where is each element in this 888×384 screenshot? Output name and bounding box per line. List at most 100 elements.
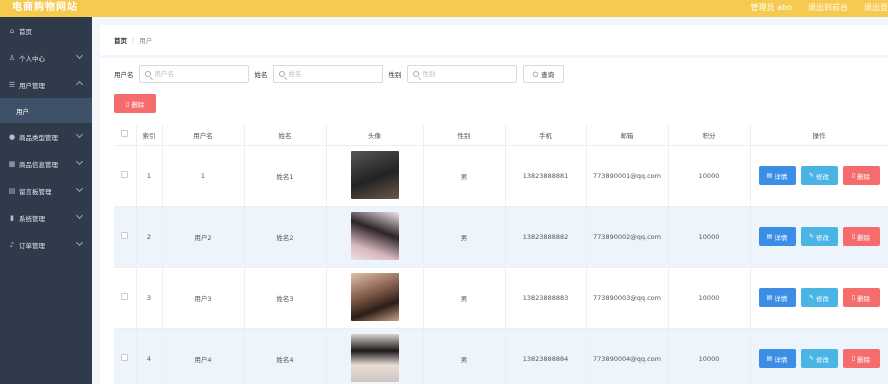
delete-label: 删除 (857, 294, 871, 303)
avatar (350, 150, 399, 199)
sidebar-subitem-user[interactable]: 用户 (0, 98, 92, 123)
edit-label: 修改 (816, 355, 830, 364)
edit-label: 修改 (816, 172, 830, 181)
edit-button[interactable]: ✎ 修改 (800, 349, 838, 368)
pencil-icon: ✎ (808, 294, 815, 301)
sidebar-item-users[interactable]: ☰ 用户管理 (0, 71, 92, 98)
brand-title: 电商购物网站 (12, 2, 78, 13)
edit-button[interactable]: ✎ 修改 (800, 227, 838, 246)
query-button[interactable]: ○ 查询 (522, 65, 565, 83)
sidebar-item-label: 首页 (19, 27, 32, 36)
points-cell: 10000 (668, 267, 751, 329)
query-button-label: 查询 (541, 71, 555, 79)
delete-label: 删除 (857, 233, 871, 242)
row-checkbox[interactable] (121, 354, 129, 361)
row-checkbox[interactable] (121, 232, 129, 239)
select-all-cell[interactable] (114, 125, 137, 146)
phone-cell: 13823888884 (505, 328, 587, 384)
chevron-down-icon (75, 130, 84, 139)
detail-button[interactable]: ▤ 详情 (758, 227, 796, 246)
doc-icon: ▤ (766, 233, 773, 240)
breadcrumb-home[interactable]: 首页 (114, 35, 127, 45)
row-checkbox[interactable] (121, 293, 129, 300)
chevron-down-icon (75, 184, 84, 193)
sidebar-item-label: 系统管理 (19, 214, 45, 223)
grid-icon: ▦ (8, 159, 16, 168)
sidebar-item-messages[interactable]: ▤ 留言板管理 (0, 177, 92, 204)
sidebar-item-label: 商品类型管理 (19, 133, 58, 142)
row-checkbox[interactable] (121, 171, 129, 178)
admin-user-link[interactable]: 管理员 abo (751, 0, 792, 17)
edit-button[interactable]: ✎ 修改 (800, 166, 838, 185)
name-cell: 姓名4 (244, 328, 327, 384)
delete-label: 删除 (857, 355, 871, 364)
chart-icon: ▮ (10, 213, 14, 222)
search-icon: ○ (532, 70, 539, 78)
exit-to-frontend-link[interactable]: 退出到前台 (808, 0, 848, 17)
avatar (350, 333, 399, 382)
detail-button[interactable]: ▤ 详情 (758, 349, 796, 368)
name-field[interactable] (272, 65, 383, 83)
home-icon: ⌂ (9, 26, 15, 35)
name-cell: 姓名1 (244, 145, 327, 207)
username-field[interactable] (138, 65, 249, 83)
detail-label: 详情 (774, 294, 788, 303)
index-cell: 2 (136, 206, 163, 268)
phone-cell: 13823888881 (505, 145, 587, 207)
gender-cell: 男 (423, 206, 506, 268)
pencil-icon: ✎ (808, 172, 815, 179)
phone-cell: 13823888882 (505, 206, 587, 268)
gender-label: 性别 (388, 71, 402, 79)
chevron-down-icon (75, 51, 84, 60)
pencil-icon: ✎ (808, 233, 815, 240)
username-cell: 用户2 (162, 206, 245, 268)
edit-label: 修改 (816, 233, 830, 242)
search-bar: 用户名 姓名 性别 ○ 查询 (114, 65, 565, 83)
delete-button[interactable]: ▯ 删除 (842, 227, 880, 246)
trash-icon: ▯ (125, 99, 130, 108)
index-cell: 3 (136, 267, 163, 329)
column-header: 手机 (505, 125, 587, 146)
points-cell: 10000 (668, 328, 751, 384)
username-label: 用户名 (114, 71, 134, 79)
phone-cell: 13823888883 (505, 267, 587, 329)
edit-button[interactable]: ✎ 修改 (800, 288, 838, 307)
name-input[interactable] (288, 70, 377, 78)
sidebar-item-products[interactable]: ▦ 商品信息管理 (0, 150, 92, 177)
username-input[interactable] (154, 70, 243, 78)
bulk-delete-label: 删除 (131, 100, 145, 109)
table-row: 1 1 姓名1 男 13823888881 773890001@qq.com 1… (114, 145, 888, 207)
logout-link[interactable]: 退出登 (864, 0, 888, 17)
points-cell: 10000 (668, 145, 751, 207)
gender-field[interactable] (406, 65, 517, 83)
index-cell: 4 (136, 328, 163, 384)
user-icon: ♙ (8, 53, 16, 62)
sidebar-item-personal[interactable]: ♙ 个人中心 (0, 44, 92, 71)
delete-button[interactable]: ▯ 删除 (842, 349, 880, 368)
table-row: 4 用户4 姓名4 男 13823888884 773890004@qq.com… (114, 328, 888, 384)
chevron-down-icon (75, 80, 84, 89)
index-cell: 1 (136, 145, 163, 207)
sidebar-item-label: 留言板管理 (19, 187, 52, 196)
column-header: 操作 (750, 125, 888, 146)
table-header-row: 索引 用户名 姓名 头像 性别 手机 邮箱 积分 操作 (114, 125, 888, 146)
main-content: 首页 / 用户 用户名 姓名 性别 ○ 查询 (92, 17, 888, 384)
trash-icon: ▯ (851, 294, 856, 301)
bulk-delete-button[interactable]: ▯ 删除 (114, 94, 156, 113)
sidebar-item-label: 用户管理 (19, 81, 45, 90)
detail-button[interactable]: ▤ 详情 (758, 166, 796, 185)
sidebar-item-orders[interactable]: ♪ 订单管理 (0, 231, 92, 258)
sidebar-item-home[interactable]: ⌂ 首页 (0, 17, 92, 44)
email-cell: 773890003@qq.com (586, 267, 669, 329)
sidebar-item-product-types[interactable]: ● 商品类型管理 (0, 123, 92, 150)
detail-button[interactable]: ▤ 详情 (758, 288, 796, 307)
select-all-checkbox[interactable] (121, 130, 129, 138)
sidebar-item-system[interactable]: ▮ 系统管理 (0, 204, 92, 231)
table-row: 2 用户2 姓名2 男 13823888882 773890002@qq.com… (114, 206, 888, 268)
doc-icon: ▤ (766, 355, 773, 362)
delete-button[interactable]: ▯ 删除 (842, 288, 880, 307)
delete-label: 删除 (857, 172, 871, 181)
gender-input[interactable] (422, 70, 511, 78)
delete-button[interactable]: ▯ 删除 (842, 166, 880, 185)
detail-label: 详情 (774, 172, 788, 181)
